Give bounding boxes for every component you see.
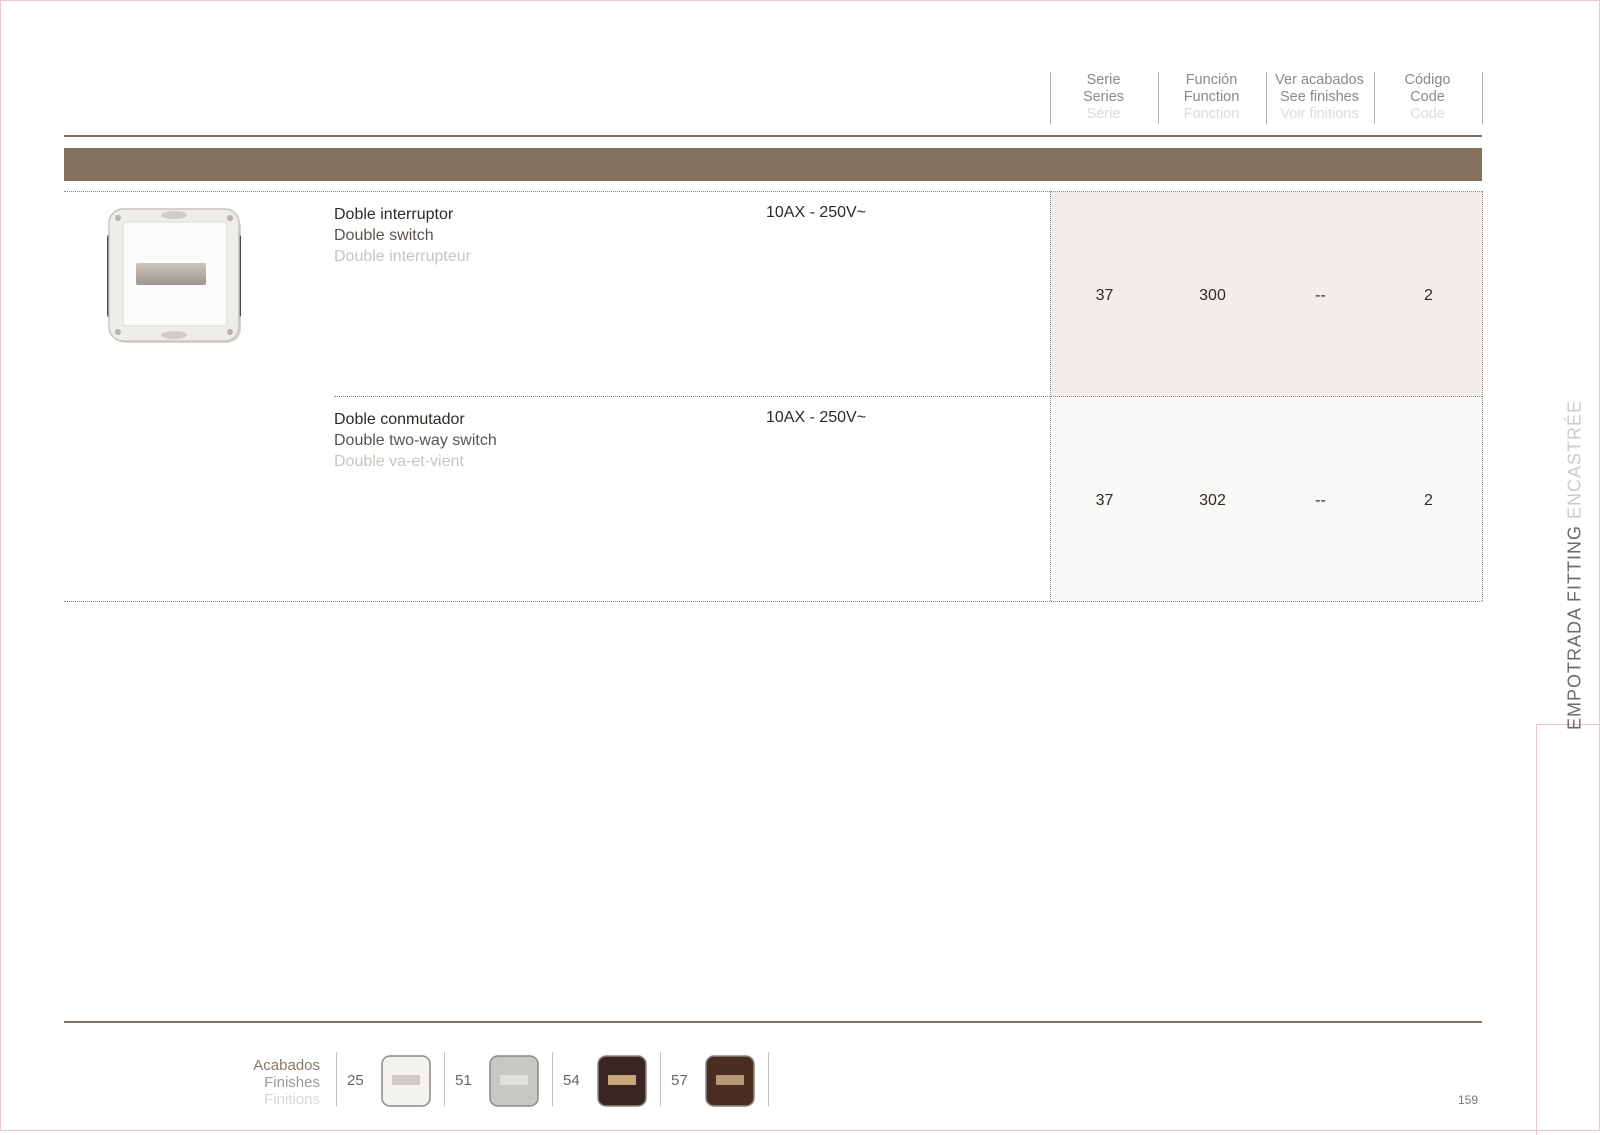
row-divider <box>334 396 1482 397</box>
section-band <box>64 148 1482 181</box>
finish-separator <box>660 1052 661 1106</box>
electrical-rating: 10AX - 250V~ <box>766 204 867 221</box>
section-side-label: EMPOTRADA FITTING ENCASTRÉE <box>1565 400 1586 730</box>
finish-code: 51 <box>455 1072 472 1089</box>
header-acabados-fr: Voir finitions <box>1280 106 1359 122</box>
funcion-value: 302 <box>1199 492 1226 509</box>
product-name-fr: Double interrupteur <box>334 248 471 265</box>
header-funcion-en: Function <box>1183 89 1240 105</box>
acabados-value: -- <box>1315 287 1326 304</box>
product-name-fr: Double va-et-vient <box>334 453 464 470</box>
top-rule <box>64 135 1482 137</box>
product-description: Doble interruptor Double switch Double i… <box>334 204 471 267</box>
finishes-label-es: Acabados <box>253 1057 320 1074</box>
electrical-rating: 10AX - 250V~ <box>766 409 867 426</box>
header-serie: Serie Series Série <box>1050 72 1157 124</box>
finish-code: 57 <box>671 1072 688 1089</box>
side-label-secondary: ENCASTRÉE <box>1564 399 1585 519</box>
header-funcion: Función Function Fonction <box>1158 72 1265 124</box>
finish-separator <box>444 1052 445 1106</box>
header-funcion-es: Función <box>1185 72 1238 88</box>
header-serie-es: Serie <box>1086 72 1121 88</box>
row-divider <box>64 601 1482 602</box>
codigo-value: 2 <box>1424 492 1433 509</box>
column-divider <box>1050 191 1051 601</box>
row-divider <box>64 191 1482 192</box>
finish-separator <box>336 1052 337 1106</box>
finish-swatch <box>597 1055 647 1107</box>
header-codigo-fr: Code <box>1410 106 1445 122</box>
product-name-en: Double switch <box>334 227 434 244</box>
codigo-value: 2 <box>1424 287 1433 304</box>
finishes-label: Acabados Finishes Finitions <box>253 1057 320 1108</box>
header-acabados: Ver acabados See finishes Voir finitions <box>1266 72 1373 124</box>
product-name-es: Doble interruptor <box>334 206 454 223</box>
header-codigo-es: Código <box>1404 72 1451 88</box>
finish-separator <box>768 1052 769 1106</box>
finish-swatch <box>705 1055 755 1107</box>
side-tab <box>1536 724 1600 1135</box>
product-description: Doble conmutador Double two-way switch D… <box>334 409 497 472</box>
header-serie-fr: Série <box>1086 106 1121 122</box>
header-funcion-fr: Fonction <box>1183 106 1240 122</box>
column-divider <box>1482 191 1483 601</box>
finish-code: 25 <box>347 1072 364 1089</box>
side-label-primary: EMPOTRADA FITTING <box>1564 525 1585 731</box>
header-codigo-en: Code <box>1410 89 1445 105</box>
column-headers: Serie Series Série Función Function Fonc… <box>1050 72 1482 124</box>
double-switch-product-image <box>107 208 241 343</box>
finish-code: 54 <box>563 1072 580 1089</box>
funcion-value: 300 <box>1199 287 1226 304</box>
acabados-value: -- <box>1315 492 1326 509</box>
header-acabados-es: Ver acabados <box>1275 72 1364 88</box>
finish-swatch <box>489 1055 539 1107</box>
header-serie-en: Series <box>1082 89 1125 105</box>
header-acabados-en: See finishes <box>1280 89 1359 105</box>
finishes-label-fr: Finitions <box>264 1091 320 1108</box>
product-name-es: Doble conmutador <box>334 411 465 428</box>
serie-value: 37 <box>1095 492 1114 509</box>
header-separator <box>1482 72 1483 124</box>
finish-separator <box>552 1052 553 1106</box>
finishes-label-en: Finishes <box>264 1074 320 1091</box>
page-number: 159 <box>1458 1093 1479 1107</box>
header-codigo: Código Code Code <box>1374 72 1481 124</box>
serie-value: 37 <box>1095 287 1114 304</box>
product-name-en: Double two-way switch <box>334 432 497 449</box>
bottom-rule <box>64 1021 1482 1023</box>
finish-swatch <box>381 1055 431 1107</box>
